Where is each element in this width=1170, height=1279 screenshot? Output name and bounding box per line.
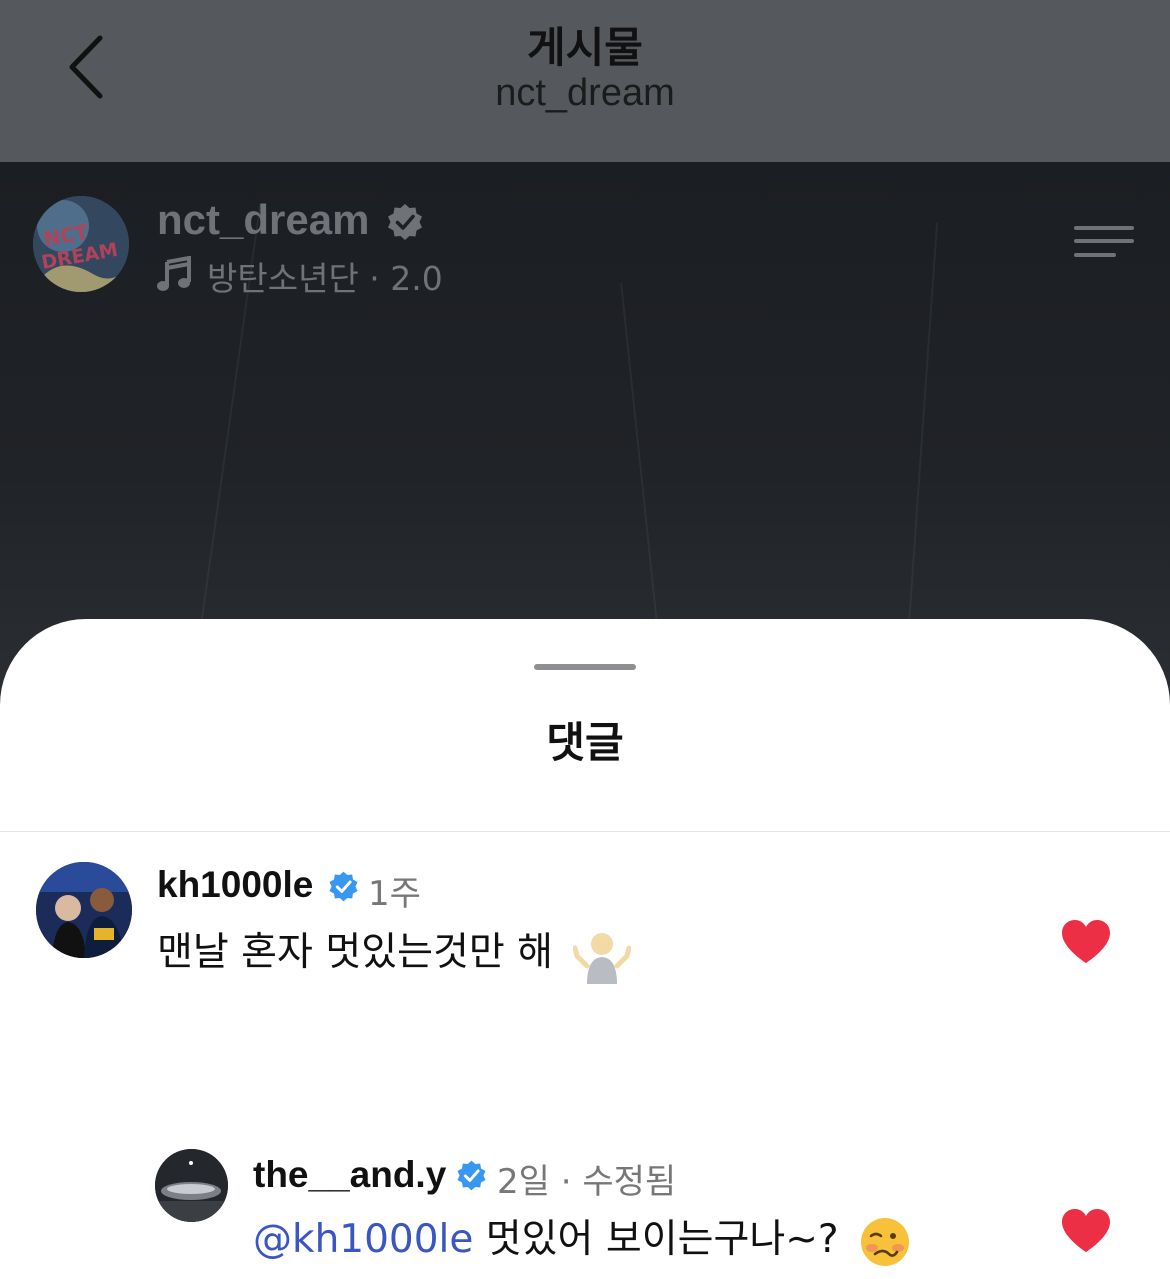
nct-dream-logo-icon: NCT DREAM bbox=[33, 196, 129, 292]
like-heart-icon[interactable] bbox=[1061, 1209, 1111, 1253]
comments-sheet: 댓글 kh1000le 1주 맨날 혼자 멋있는것만 해 the__and.y … bbox=[0, 619, 1170, 1279]
profile-photo-icon bbox=[155, 1149, 228, 1222]
like-heart-icon[interactable] bbox=[1061, 920, 1111, 964]
reply-text-line: @kh1000le 멋있어 보이는구나~? bbox=[253, 1208, 911, 1268]
texture-scratch bbox=[620, 282, 662, 662]
verified-badge-icon bbox=[457, 1160, 486, 1191]
menu-icon[interactable] bbox=[1074, 224, 1134, 258]
reply-username[interactable]: the__and.y bbox=[253, 1154, 446, 1196]
comment-avatar[interactable] bbox=[36, 862, 132, 958]
texture-scratch bbox=[903, 222, 939, 682]
comments-title: 댓글 bbox=[546, 718, 624, 767]
page-title: 게시물 bbox=[527, 23, 643, 72]
comment-text: 맨날 혼자 멋있는것만 해 bbox=[157, 930, 553, 975]
post-music-label[interactable]: 방탄소년단 · 2.0 bbox=[207, 252, 443, 300]
top-nav-bar: 게시물 nct_dream bbox=[0, 0, 1170, 162]
music-note-icon bbox=[157, 256, 191, 291]
verified-badge-icon bbox=[388, 204, 422, 240]
post-author-username[interactable]: nct_dream bbox=[157, 196, 369, 244]
person-shrugging-emoji-icon bbox=[573, 932, 632, 984]
comment-timestamp: 1주 bbox=[368, 874, 421, 914]
verified-badge-icon bbox=[329, 871, 358, 902]
sheet-grabber-handle[interactable] bbox=[534, 664, 636, 670]
profile-photo-icon bbox=[36, 862, 132, 958]
divider bbox=[0, 831, 1170, 832]
page-subtitle: nct_dream bbox=[495, 72, 675, 114]
post-author-avatar[interactable]: NCT DREAM bbox=[33, 196, 129, 292]
reply-avatar[interactable] bbox=[155, 1149, 228, 1222]
comment-text-line: 맨날 혼자 멋있는것만 해 bbox=[157, 921, 632, 984]
comment-username[interactable]: kh1000le bbox=[157, 864, 313, 906]
woozy-face-emoji-icon bbox=[861, 1217, 910, 1266]
reply-text: 멋있어 보이는구나~? bbox=[473, 1217, 839, 1262]
mention-link[interactable]: @kh1000le bbox=[253, 1217, 473, 1262]
reply-timestamp: 2일 · 수정됨 bbox=[497, 1162, 677, 1202]
